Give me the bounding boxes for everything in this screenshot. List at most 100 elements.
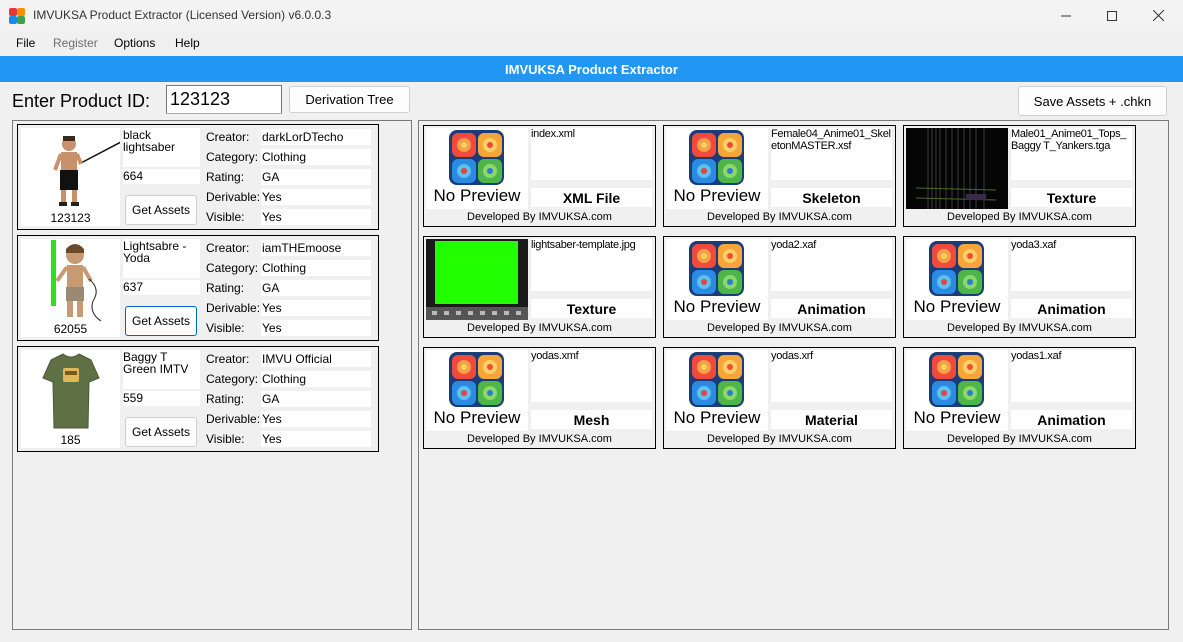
no-preview-text: No Preview (913, 297, 1001, 316)
app-logo-icon (689, 241, 744, 296)
asset-type: Skeleton (771, 188, 892, 207)
texture-preview-image (906, 128, 1008, 209)
product-id-input[interactable] (166, 85, 282, 114)
close-icon (1152, 10, 1164, 21)
creator-value: darkLorDTecho (261, 129, 371, 145)
header-title: IMVUKSA Product Extractor (505, 61, 678, 77)
category-label: Category: (206, 372, 259, 386)
asset-preview: No Preview (666, 239, 768, 320)
category-value: Clothing (261, 260, 371, 276)
derivable-value: Yes (261, 411, 371, 427)
asset-card[interactable]: No Preview yodas1.xaf Animation Develope… (903, 347, 1136, 449)
category-value: Clothing (261, 371, 371, 387)
visible-value: Yes (261, 431, 371, 447)
asset-preview: No Preview (426, 128, 528, 209)
menu-file[interactable]: File (16, 36, 35, 50)
product-name: Baggy T Green IMTV (123, 350, 200, 389)
close-button[interactable] (1135, 0, 1181, 31)
visible-label: Visible: (206, 210, 245, 224)
save-assets-button[interactable]: Save Assets + .chkn (1018, 86, 1167, 116)
green-tshirt-image (42, 353, 100, 429)
product-count: 559 (123, 391, 200, 406)
rating-label: Rating: (206, 170, 245, 184)
asset-type: Texture (531, 299, 652, 318)
rating-value: GA (261, 391, 371, 407)
menu-help[interactable]: Help (175, 36, 200, 50)
product-card: 62055 Lightsabre - Yoda 637 Get Assets C… (17, 235, 379, 341)
menu-options[interactable]: Options (114, 36, 155, 50)
asset-card[interactable]: No Preview Female04_Anime01_SkeletonMAST… (663, 125, 896, 227)
asset-preview (426, 239, 528, 320)
visible-value: Yes (261, 209, 371, 225)
developer-credit: Developed By IMVUKSA.com (947, 433, 1092, 445)
app-logo-icon (689, 352, 744, 407)
maximize-button[interactable] (1089, 0, 1135, 31)
asset-filename: yoda2.xaf (771, 239, 892, 291)
minimize-icon (1061, 15, 1071, 16)
derivable-value: Yes (261, 189, 371, 205)
product-count: 637 (123, 280, 200, 295)
developer-credit: Developed By IMVUKSA.com (467, 322, 612, 334)
visible-value: Yes (261, 320, 371, 336)
asset-card[interactable]: No Preview yoda3.xaf Animation Developed… (903, 236, 1136, 338)
creator-value: IMVU Official (261, 351, 371, 367)
get-assets-button[interactable]: Get Assets (125, 417, 197, 447)
category-label: Category: (206, 150, 259, 164)
app-logo-icon (449, 352, 504, 407)
product-list-panel: 123123 black lightsaber 664 Get Assets C… (12, 120, 412, 630)
title-bar: IMVUKSA Product Extractor (Licensed Vers… (0, 0, 1183, 31)
header-banner: IMVUKSA Product Extractor (0, 56, 1183, 82)
product-name: Lightsabre - Yoda (123, 239, 200, 278)
app-logo-icon (449, 130, 504, 185)
creator-label: Creator: (206, 130, 250, 144)
asset-card[interactable]: lightsaber-template.jpg Texture Develope… (423, 236, 656, 338)
category-value: Clothing (261, 149, 371, 165)
product-thumbnail (21, 239, 120, 322)
developer-credit: Developed By IMVUKSA.com (707, 322, 852, 334)
product-card: 185 Baggy T Green IMTV 559 Get Assets Cr… (17, 346, 379, 452)
asset-card[interactable]: No Preview yodas.xrf Material Developed … (663, 347, 896, 449)
asset-type: Animation (1011, 299, 1132, 318)
menu-register[interactable]: Register (53, 36, 98, 50)
derivable-label: Derivable: (206, 412, 261, 426)
category-label: Category: (206, 261, 259, 275)
creator-label: Creator: (206, 241, 250, 255)
app-logo-icon (689, 130, 744, 185)
no-preview-text: No Preview (673, 186, 761, 205)
asset-card[interactable]: No Preview yoda2.xaf Animation Developed… (663, 236, 896, 338)
asset-card[interactable]: Male01_Anime01_Tops_Baggy T_Yankers.tga … (903, 125, 1136, 227)
product-thumbnail (21, 350, 120, 433)
no-preview-text: No Preview (673, 408, 761, 427)
developer-credit: Developed By IMVUKSA.com (707, 433, 852, 445)
app-logo-icon (9, 8, 25, 24)
asset-filename: yodas1.xaf (1011, 350, 1132, 402)
visible-label: Visible: (206, 432, 245, 446)
developer-credit: Developed By IMVUKSA.com (707, 211, 852, 223)
menu-bar: File Register Options Help (0, 31, 1183, 55)
asset-filename: lightsaber-template.jpg (531, 239, 652, 291)
product-name: black lightsaber (123, 128, 200, 167)
asset-filename: Male01_Anime01_Tops_Baggy T_Yankers.tga (1011, 128, 1132, 180)
product-id-display: 62055 (21, 322, 120, 337)
asset-filename: yoda3.xaf (1011, 239, 1132, 291)
creator-label: Creator: (206, 352, 250, 366)
texture-preview-image (426, 239, 528, 320)
derivation-tree-button[interactable]: Derivation Tree (289, 86, 410, 113)
asset-card[interactable]: No Preview yodas.xmf Mesh Developed By I… (423, 347, 656, 449)
asset-type: Animation (771, 299, 892, 318)
get-assets-button[interactable]: Get Assets (125, 306, 197, 336)
maximize-icon (1107, 10, 1117, 21)
minimize-button[interactable] (1043, 0, 1089, 31)
developer-credit: Developed By IMVUKSA.com (947, 211, 1092, 223)
rating-value: GA (261, 280, 371, 296)
get-assets-button[interactable]: Get Assets (125, 195, 197, 225)
product-thumbnail (21, 128, 122, 211)
asset-type: XML File (531, 188, 652, 207)
product-id-label: Enter Product ID: (12, 91, 151, 111)
developer-credit: Developed By IMVUKSA.com (947, 322, 1092, 334)
avatar-black-lightsaber-image (53, 136, 122, 206)
product-count: 664 (123, 169, 200, 184)
app-logo-icon (929, 241, 984, 296)
asset-card[interactable]: No Preview index.xml XML File Developed … (423, 125, 656, 227)
asset-preview (906, 128, 1008, 209)
